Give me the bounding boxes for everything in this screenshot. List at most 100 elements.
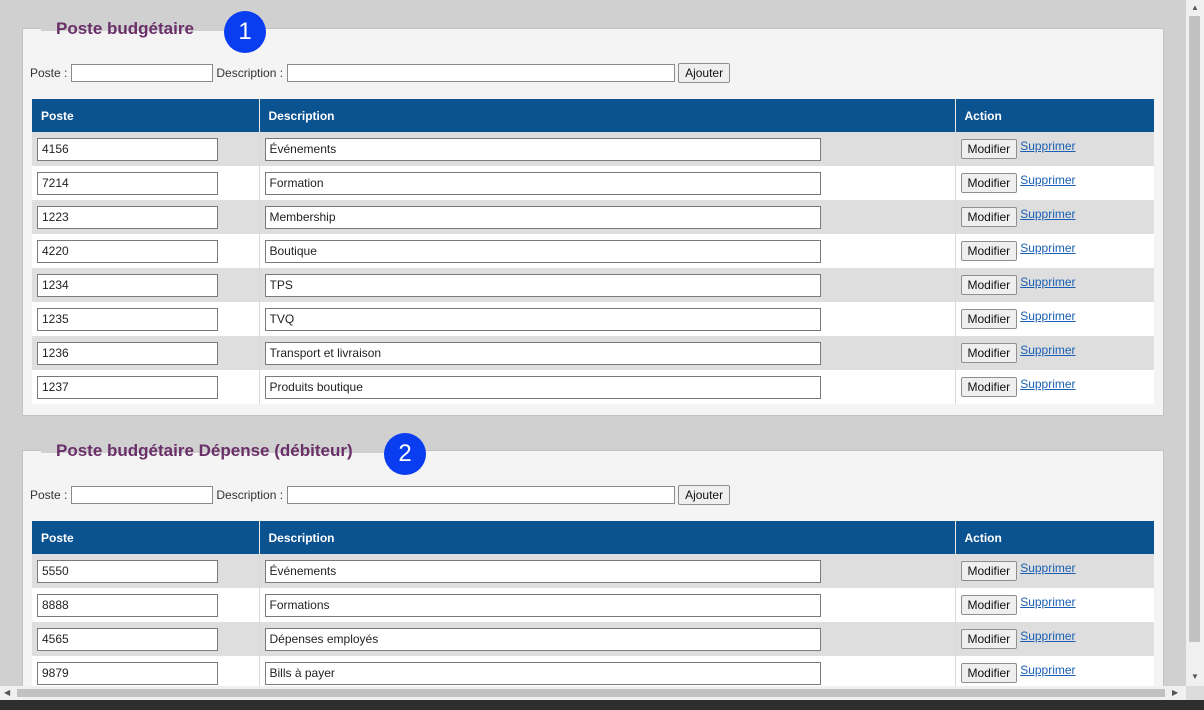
modify-button[interactable]: Modifier: [960, 343, 1018, 363]
triangle-right-icon[interactable]: ▶: [1172, 688, 1178, 698]
section-poste-budgetaire-depense: Poste budgétaire Dépense (débiteur) 2 Po…: [22, 433, 1164, 686]
table-row: ModifierSupprimer: [32, 370, 1154, 404]
description-cell: [259, 588, 956, 622]
poste-input[interactable]: [71, 486, 214, 504]
scrollbar-corner: [1186, 686, 1204, 700]
horizontal-scrollbar[interactable]: ◀ ▶: [0, 686, 1186, 700]
poste-cell: [32, 302, 260, 336]
poste-cell: [32, 234, 260, 268]
vertical-scrollbar[interactable]: ▲ ▼: [1186, 0, 1204, 686]
table-row: ModifierSupprimer: [32, 554, 1154, 588]
action-cell: Modifier Supprimer: [955, 234, 1154, 268]
table-body: ModifierSupprimerModifierSupprimerModifi…: [32, 132, 1154, 404]
modify-button[interactable]: Modifier: [960, 275, 1018, 295]
table-header-row: Poste Description Action: [32, 99, 1154, 132]
triangle-down-icon[interactable]: ▼: [1191, 672, 1199, 682]
delete-link[interactable]: Supprimer: [1020, 275, 1075, 289]
table-body: ModifierSupprimerModifierSupprimerModifi…: [32, 554, 1154, 686]
modify-button[interactable]: Modifier: [960, 173, 1018, 193]
description-input[interactable]: [287, 64, 676, 82]
description-field[interactable]: [264, 627, 821, 651]
description-input[interactable]: [287, 486, 676, 504]
modify-button[interactable]: Modifier: [960, 663, 1018, 683]
col-header-description: Description: [259, 521, 956, 554]
window-bottom-bar: [0, 700, 1204, 710]
description-cell: [259, 132, 956, 166]
description-field[interactable]: [264, 375, 821, 399]
add-button[interactable]: Ajouter: [678, 63, 731, 83]
add-button[interactable]: Ajouter: [678, 485, 731, 505]
description-label: Description :: [216, 488, 284, 502]
poste-cell: [32, 622, 260, 656]
poste-code-field[interactable]: [37, 375, 218, 399]
action-cell: Modifier Supprimer: [955, 336, 1154, 370]
poste-cell: [32, 554, 260, 588]
description-field[interactable]: [264, 239, 821, 263]
section-title: Poste budgétaire: [56, 19, 194, 38]
poste-code-field[interactable]: [37, 137, 218, 161]
table-row: ModifierSupprimer: [32, 656, 1154, 686]
description-cell: [259, 166, 956, 200]
modify-button[interactable]: Modifier: [960, 207, 1018, 227]
table-row: ModifierSupprimer: [32, 166, 1154, 200]
delete-link[interactable]: Supprimer: [1020, 663, 1075, 677]
description-cell: [259, 302, 956, 336]
modify-button[interactable]: Modifier: [960, 629, 1018, 649]
delete-link[interactable]: Supprimer: [1020, 241, 1075, 255]
section-title: Poste budgétaire Dépense (débiteur): [56, 441, 353, 460]
poste-code-field[interactable]: [37, 661, 218, 685]
description-field[interactable]: [264, 273, 821, 297]
delete-link[interactable]: Supprimer: [1020, 629, 1075, 643]
poste-cell: [32, 588, 260, 622]
poste-code-field[interactable]: [37, 205, 218, 229]
description-field[interactable]: [264, 559, 821, 583]
description-cell: [259, 622, 956, 656]
poste-code-field[interactable]: [37, 307, 218, 331]
table-row: ModifierSupprimer: [32, 234, 1154, 268]
triangle-up-icon[interactable]: ▲: [1191, 3, 1199, 13]
horizontal-scroll-thumb[interactable]: [17, 689, 1165, 697]
description-cell: [259, 656, 956, 686]
modify-button[interactable]: Modifier: [960, 377, 1018, 397]
poste-input[interactable]: [71, 64, 214, 82]
delete-link[interactable]: Supprimer: [1020, 377, 1075, 391]
description-field[interactable]: [264, 205, 821, 229]
action-cell: Modifier Supprimer: [955, 166, 1154, 200]
description-field[interactable]: [264, 593, 821, 617]
delete-link[interactable]: Supprimer: [1020, 343, 1075, 357]
section-poste-budgetaire: Poste budgétaire 1 Poste : Description :…: [22, 11, 1164, 416]
modify-button[interactable]: Modifier: [960, 139, 1018, 159]
action-cell: Modifier Supprimer: [955, 370, 1154, 404]
description-cell: [259, 554, 956, 588]
description-field[interactable]: [264, 171, 821, 195]
poste-code-field[interactable]: [37, 559, 218, 583]
poste-code-field[interactable]: [37, 273, 218, 297]
description-field[interactable]: [264, 137, 821, 161]
description-field[interactable]: [264, 307, 821, 331]
col-header-description: Description: [259, 99, 956, 132]
modify-button[interactable]: Modifier: [960, 241, 1018, 261]
poste-cell: [32, 200, 260, 234]
delete-link[interactable]: Supprimer: [1020, 309, 1075, 323]
poste-code-field[interactable]: [37, 627, 218, 651]
description-field[interactable]: [264, 341, 821, 365]
modify-button[interactable]: Modifier: [960, 309, 1018, 329]
poste-code-field[interactable]: [37, 171, 218, 195]
modify-button[interactable]: Modifier: [960, 561, 1018, 581]
action-cell: Modifier Supprimer: [955, 302, 1154, 336]
delete-link[interactable]: Supprimer: [1020, 561, 1075, 575]
vertical-scroll-thumb[interactable]: [1189, 16, 1200, 642]
action-cell: Modifier Supprimer: [955, 656, 1154, 686]
budget-table: Poste Description Action ModifierSupprim…: [32, 99, 1154, 404]
delete-link[interactable]: Supprimer: [1020, 139, 1075, 153]
triangle-left-icon[interactable]: ◀: [4, 688, 10, 698]
poste-code-field[interactable]: [37, 239, 218, 263]
description-field[interactable]: [264, 661, 821, 685]
table-row: ModifierSupprimer: [32, 622, 1154, 656]
modify-button[interactable]: Modifier: [960, 595, 1018, 615]
poste-code-field[interactable]: [37, 593, 218, 617]
delete-link[interactable]: Supprimer: [1020, 207, 1075, 221]
poste-code-field[interactable]: [37, 341, 218, 365]
delete-link[interactable]: Supprimer: [1020, 173, 1075, 187]
delete-link[interactable]: Supprimer: [1020, 595, 1075, 609]
